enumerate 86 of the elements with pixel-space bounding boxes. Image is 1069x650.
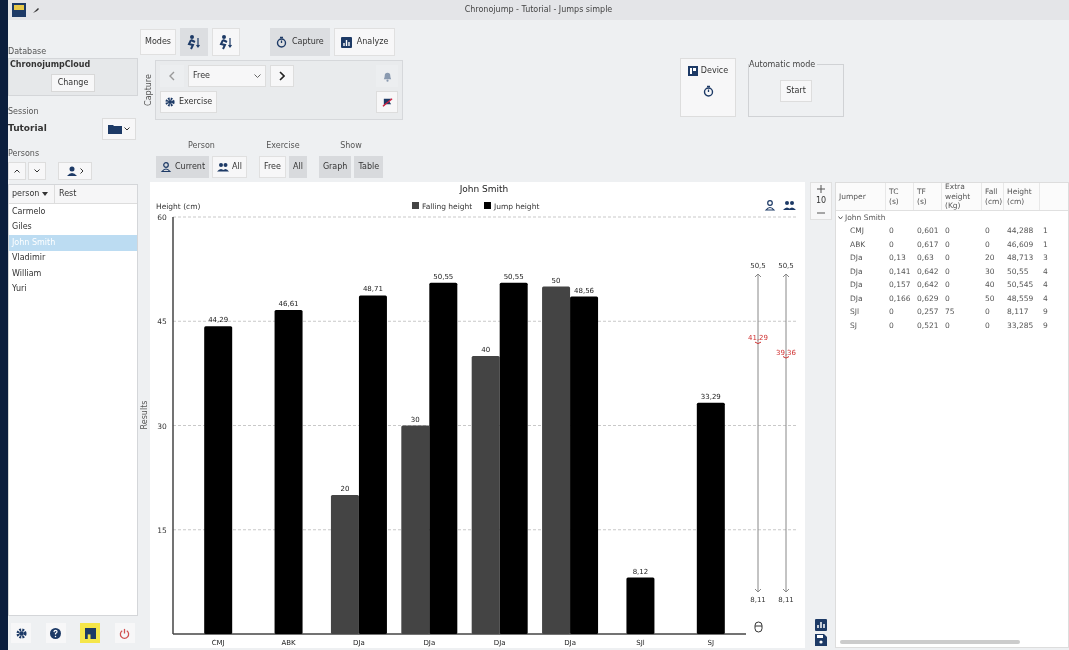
column-header[interactable]: person [9, 185, 55, 203]
column-header[interactable]: Rest [55, 188, 77, 200]
chart-button[interactable] [815, 619, 827, 631]
range-marker [782, 356, 790, 359]
sort-down-icon [42, 192, 49, 196]
device-panel[interactable]: Device [680, 58, 736, 117]
filter-toggle[interactable]: All [212, 156, 247, 178]
database-name: ChronojumpCloud [9, 59, 92, 71]
filter-label: Show [340, 140, 362, 152]
settings-icon [15, 627, 27, 639]
folder-button[interactable] [102, 118, 136, 140]
person-row[interactable]: Giles [9, 219, 137, 235]
window-title: Chronojump - Tutorial - Jumps simple [463, 4, 614, 16]
person-row[interactable]: Carmelo [9, 204, 137, 220]
filter-toggle[interactable]: Free [258, 156, 286, 178]
scrollbar[interactable] [840, 640, 1020, 644]
exercise-select[interactable]: Free [188, 65, 266, 87]
person-icon [160, 162, 172, 172]
bar-chart-icon [340, 36, 352, 48]
filter-toggle[interactable]: Current [156, 156, 210, 178]
jumper-icon [185, 34, 202, 50]
pin-icon[interactable] [32, 6, 40, 14]
chevron-up-icon [14, 169, 20, 173]
bar-chart-icon [815, 619, 827, 631]
chevron-down-icon [254, 74, 261, 78]
flag-icon [381, 96, 393, 108]
store-button[interactable] [80, 623, 101, 643]
zoom-in-button[interactable] [817, 185, 825, 193]
chevron-down-icon [34, 169, 40, 173]
capture-label: Capture [143, 74, 154, 106]
chart-title: John Smith [459, 184, 509, 194]
session-name: Tutorial [8, 122, 47, 136]
exercise-button[interactable]: Exercise [160, 91, 218, 113]
folder-icon [108, 124, 122, 134]
chevron-down-icon [838, 215, 843, 220]
power-icon [119, 627, 131, 639]
filter-toggle[interactable]: All [288, 156, 307, 178]
app-logo-icon [12, 3, 26, 17]
next-button[interactable] [270, 65, 294, 87]
modes-button[interactable]: Modes [140, 29, 176, 55]
persons-label: Persons [8, 148, 41, 160]
start-button[interactable]: Start [780, 79, 812, 102]
chevron-right-icon [279, 71, 285, 81]
results-label: Results [139, 400, 150, 430]
filter-toggle[interactable]: Graph [318, 156, 352, 178]
minus-icon [817, 209, 825, 217]
mouse-icon [754, 621, 763, 633]
person-icon[interactable] [765, 200, 775, 211]
save-button[interactable] [815, 634, 827, 646]
bar [626, 577, 655, 634]
filter-label: Exercise [266, 140, 300, 152]
jump-mode-button[interactable] [179, 28, 208, 56]
device-icon [687, 66, 698, 76]
database-label: Database [8, 46, 48, 58]
jumper-icon [217, 34, 234, 50]
person-row[interactable]: William [9, 266, 137, 282]
flag-button[interactable] [376, 91, 398, 113]
change-button[interactable]: Change [50, 74, 96, 92]
session-label: Session [8, 106, 40, 118]
stopwatch-icon [275, 36, 287, 48]
settings-button[interactable] [11, 623, 31, 643]
person-row[interactable]: Yuri [9, 281, 137, 297]
zoom-level: 10 [815, 195, 827, 207]
power-button[interactable] [114, 623, 135, 643]
stopwatch-icon [702, 85, 714, 97]
bell-icon [381, 70, 393, 82]
settings-icon [165, 97, 175, 107]
device-label: Device [700, 65, 729, 77]
chevron-left-icon [169, 71, 175, 81]
person-action-button[interactable] [58, 162, 92, 180]
person-row[interactable]: Vladimir [9, 250, 137, 266]
chevron-down-icon [124, 127, 130, 131]
capture-tab[interactable]: Capture [269, 28, 330, 56]
person-icon [66, 166, 77, 176]
chevron-right-icon [79, 168, 84, 174]
analyze-tab[interactable]: Analyze [333, 28, 396, 56]
jump-mode-button[interactable] [211, 28, 240, 56]
group-icon[interactable] [783, 201, 796, 210]
help-icon [50, 627, 62, 639]
range-marker [754, 341, 762, 345]
help-button[interactable] [45, 623, 66, 643]
plus-icon [817, 185, 825, 193]
filter-label: Person [188, 140, 215, 152]
group-icon [217, 162, 230, 172]
filter-toggle[interactable]: Table [354, 156, 384, 178]
save-icon [815, 634, 827, 646]
